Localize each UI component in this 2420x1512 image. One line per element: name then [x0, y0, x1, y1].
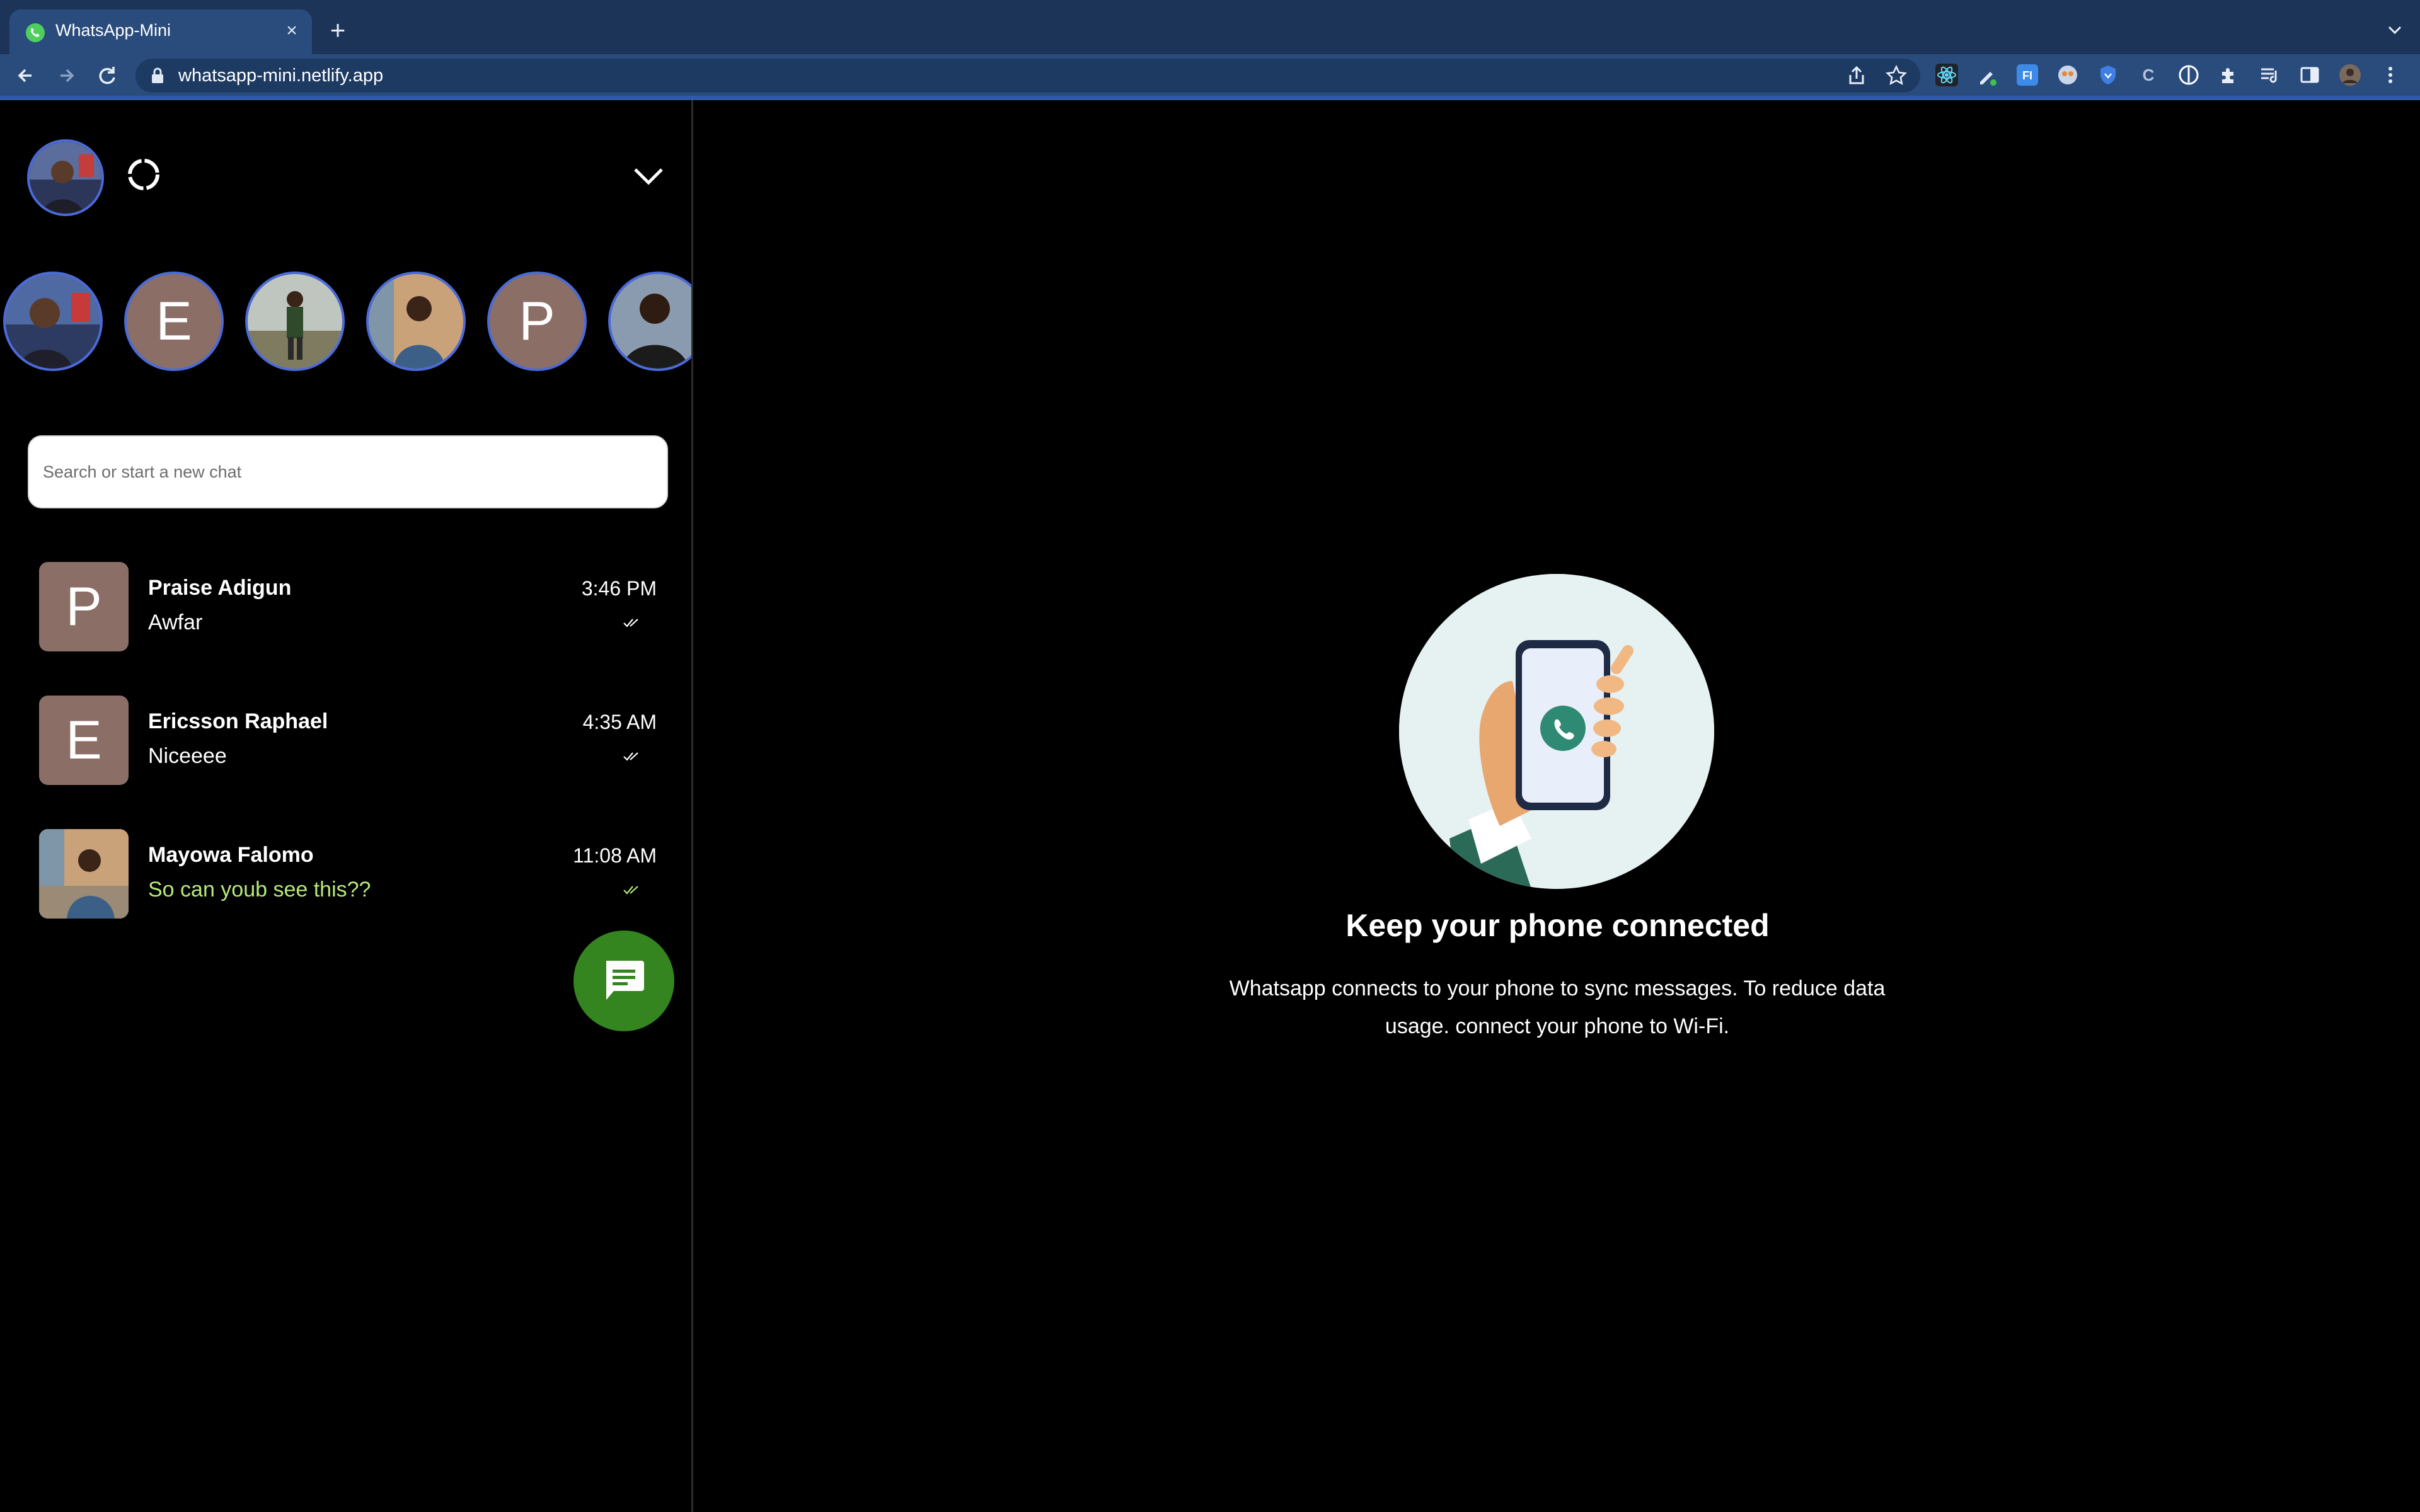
chat-avatar: P [39, 562, 129, 651]
avatar-letter: E [66, 710, 102, 770]
story-avatar[interactable] [245, 272, 345, 371]
chat-avatar: E [39, 696, 129, 785]
browser-chrome: WhatsApp-Mini × + whatsapp-mini.netlify.… [0, 0, 2420, 100]
react-devtools-icon[interactable] [1935, 63, 1959, 87]
story-avatar[interactable] [366, 272, 466, 371]
color-picker-extension-icon[interactable] [1975, 63, 1999, 87]
shield-extension-icon[interactable] [2096, 63, 2120, 87]
side-panel-icon[interactable] [2298, 63, 2322, 87]
extensions-puzzle-icon[interactable] [2217, 63, 2241, 87]
tab-search-chevron-icon[interactable] [2383, 19, 2406, 42]
lock-icon[interactable] [151, 67, 164, 84]
avatar-letter: P [66, 576, 102, 637]
welcome-panel: Keep your phone connected Whatsapp conne… [695, 100, 2420, 1512]
my-profile-avatar[interactable] [27, 139, 104, 216]
browser-menu-icon[interactable] [2378, 63, 2402, 87]
story-letter: E [156, 291, 192, 352]
close-tab-icon[interactable]: × [280, 20, 303, 42]
chat-name: Praise Adigun [148, 576, 292, 600]
story-photo-icon [611, 274, 691, 369]
chat-last-message: Awfar [148, 610, 203, 634]
forward-arrow-icon[interactable] [53, 62, 81, 89]
double-check-icon [623, 619, 638, 627]
chat-list-item[interactable]: P Praise Adigun Awfar 3:46 PM [39, 562, 663, 653]
toolbar-divider [0, 96, 2420, 100]
story-photo-icon [248, 274, 342, 369]
chat-sidebar: E P Search or start a new chat P Praise … [0, 100, 693, 1512]
fi-extension-icon[interactable]: FI [2015, 63, 2039, 87]
owl-extension-icon[interactable] [2056, 63, 2080, 87]
chevron-down-icon[interactable] [630, 163, 667, 188]
status-icon[interactable] [126, 157, 161, 192]
chat-last-message: So can youb see this?? [148, 878, 371, 902]
url-text[interactable]: whatsapp-mini.netlify.app [178, 66, 383, 86]
chat-last-message: Niceeee [148, 744, 227, 768]
double-check-icon [623, 752, 638, 761]
media-queue-icon[interactable] [2257, 63, 2281, 87]
story-avatar[interactable]: P [487, 272, 587, 371]
chat-avatar [39, 829, 129, 919]
share-icon[interactable] [1845, 64, 1868, 87]
hand-holding-phone-icon [1399, 574, 1714, 889]
story-letter: P [519, 291, 555, 352]
chat-list-item[interactable]: E Ericsson Raphael Niceeee 4:35 AM [39, 696, 663, 786]
welcome-description: Whatsapp connects to your phone to sync … [1229, 976, 1886, 1038]
double-check-icon [623, 886, 638, 895]
chat-time: 4:35 AM [582, 711, 657, 733]
chat-time: 11:08 AM [573, 844, 657, 867]
chat-name: Mayowa Falomo [148, 843, 314, 867]
story-avatar[interactable] [608, 272, 691, 371]
story-photo-icon [369, 274, 463, 369]
address-bar[interactable]: whatsapp-mini.netlify.app [135, 59, 1920, 93]
back-arrow-icon[interactable] [13, 62, 40, 89]
profile-avatar-icon[interactable] [2338, 63, 2362, 87]
story-avatar[interactable]: E [124, 272, 224, 371]
new-tab-icon[interactable]: + [325, 17, 350, 43]
browser-tab[interactable]: WhatsApp-Mini × [9, 9, 312, 54]
whatsapp-favicon-icon [26, 23, 45, 42]
svg-text:FI: FI [2022, 69, 2032, 82]
chat-photo-icon [39, 829, 129, 919]
story-avatar[interactable] [3, 272, 103, 371]
bookmark-star-icon[interactable] [1885, 64, 1908, 87]
chat-list-item[interactable]: Mayowa Falomo So can youb see this?? 11:… [39, 829, 663, 920]
profile-photo-icon [30, 142, 101, 214]
story-photo-icon [6, 274, 100, 369]
svg-text:C: C [2143, 66, 2155, 84]
welcome-headline: Keep your phone connected [1345, 908, 1770, 943]
circle-extension-icon[interactable] [2177, 63, 2201, 87]
reload-icon[interactable] [93, 62, 121, 89]
browser-toolbar: whatsapp-mini.netlify.app FI C [0, 54, 2420, 96]
status-stories-row: E P [0, 272, 691, 375]
c-extension-icon[interactable]: C [2136, 63, 2160, 87]
tab-strip: WhatsApp-Mini × + [0, 0, 2420, 54]
chat-name: Ericsson Raphael [148, 709, 328, 733]
phone-illustration [1399, 574, 1714, 889]
chat-message-icon [606, 961, 644, 1000]
tab-title: WhatsApp-Mini [55, 21, 171, 40]
new-chat-button[interactable] [573, 931, 674, 1031]
chat-time: 3:46 PM [581, 577, 657, 600]
search-input[interactable] [28, 435, 668, 508]
